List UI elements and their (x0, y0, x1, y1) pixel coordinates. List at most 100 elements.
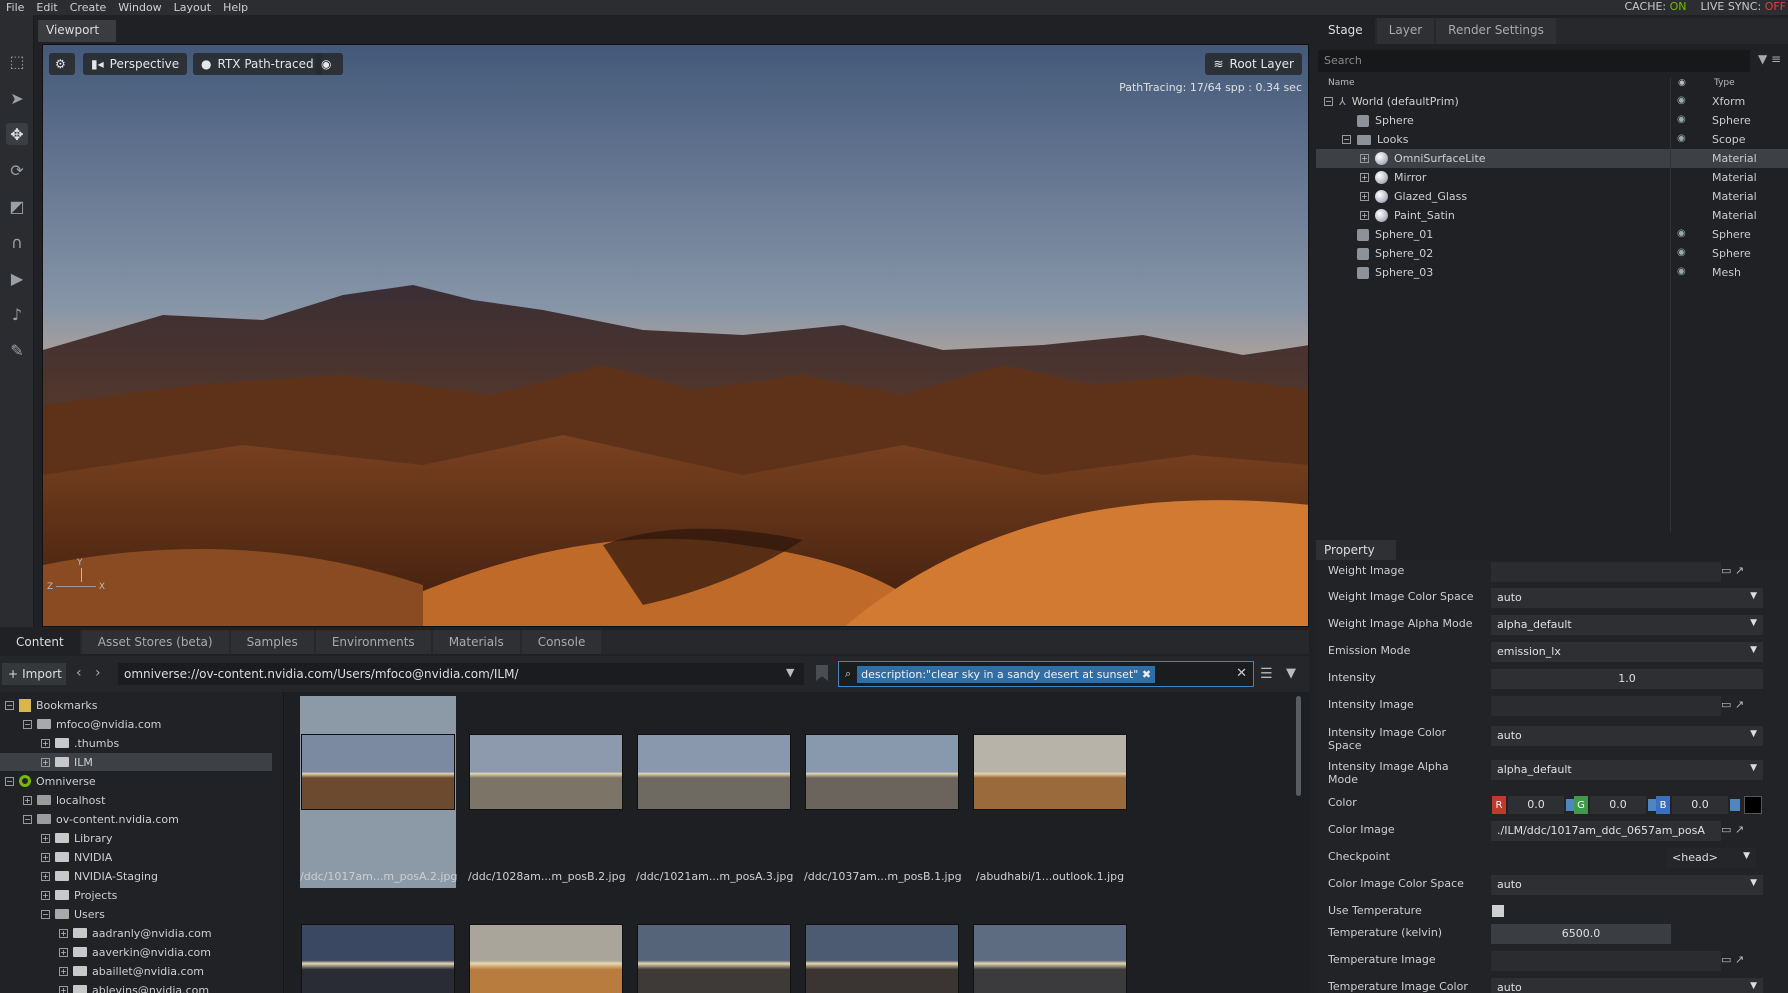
chip-close-icon[interactable]: ✖ (1142, 668, 1151, 681)
file-thumbnail[interactable] (972, 924, 1128, 993)
stage-row[interactable]: Sphere_03 ◉ Mesh (1316, 263, 1788, 282)
grid-scrollbar[interactable] (1296, 696, 1301, 796)
stage-row[interactable]: Sphere_01 ◉ Sphere (1316, 225, 1788, 244)
use-temperature-checkbox[interactable] (1492, 905, 1504, 917)
color-r-field[interactable]: 0.0 (1508, 796, 1564, 814)
paint-brush-icon[interactable]: ✎ (6, 339, 28, 361)
tab-asset-stores[interactable]: Asset Stores (beta) (81, 630, 229, 654)
tree-item[interactable]: − Omniverse (0, 772, 272, 790)
folder-icon[interactable]: ▭ ↗ (1721, 698, 1744, 711)
filter-icon[interactable]: ▼ (1286, 666, 1296, 681)
menu-layout[interactable]: Layout (174, 1, 211, 14)
menu-create[interactable]: Create (70, 1, 107, 14)
expand-icon[interactable]: + (59, 928, 68, 938)
weight-alpha-select[interactable]: alpha_default ▼ (1491, 615, 1763, 635)
clear-search-icon[interactable]: ✕ (1236, 666, 1247, 681)
tab-console[interactable]: Console (521, 630, 602, 654)
path-dropdown-icon[interactable]: ▼ (786, 666, 794, 679)
root-layer-button[interactable]: ≋ Root Layer (1205, 53, 1302, 75)
collapse-icon[interactable]: − (1324, 97, 1333, 106)
tab-render-settings[interactable]: Render Settings (1436, 18, 1556, 44)
intensity-field[interactable]: 1.0 (1491, 669, 1763, 689)
tree-item[interactable]: − Bookmarks (0, 696, 272, 714)
expand-icon[interactable]: + (41, 852, 50, 862)
expand-icon[interactable]: + (41, 833, 50, 843)
collapse-icon[interactable]: − (23, 719, 32, 729)
expand-icon[interactable]: + (41, 738, 50, 748)
tree-item[interactable]: + ILM (0, 753, 272, 771)
camera-button[interactable]: ▮◂ Perspective (83, 53, 188, 75)
tree-item[interactable]: − mfoco@nvidia.com (0, 715, 272, 733)
bookmark-icon[interactable] (816, 665, 828, 681)
tree-item[interactable]: + NVIDIA (0, 848, 272, 866)
tree-item[interactable]: + abaillet@nvidia.com (0, 962, 272, 980)
visibility-eye-icon[interactable]: ◉ (1677, 228, 1686, 239)
expand-icon[interactable]: + (41, 890, 50, 900)
expand-icon[interactable]: + (41, 757, 50, 767)
tree-item[interactable]: − ov-content.nvidia.com (0, 810, 272, 828)
stage-search-input[interactable]: Search (1318, 50, 1750, 72)
expand-icon[interactable]: + (23, 795, 32, 805)
tab-property[interactable]: Property (1316, 540, 1396, 560)
temperature-field[interactable]: 6500.0 (1491, 924, 1671, 944)
renderer-button[interactable]: ● RTX Path-traced (193, 53, 322, 75)
menu-file[interactable]: File (6, 1, 24, 14)
list-view-icon[interactable]: ☰ (1260, 666, 1273, 682)
col-type[interactable]: Type (1714, 78, 1735, 88)
stage-row[interactable]: + OmniSurfaceLite Material (1316, 149, 1788, 168)
file-thumbnail[interactable] (468, 924, 624, 993)
intensity-alpha-select[interactable]: alpha_default ▼ (1491, 760, 1763, 780)
color-b-field[interactable]: 0.0 (1672, 796, 1728, 814)
path-input[interactable]: omniverse://ov-content.nvidia.com/Users/… (118, 663, 804, 685)
intensity-cs-select[interactable]: auto ▼ (1491, 726, 1763, 746)
tree-item[interactable]: + aadranly@nvidia.com (0, 924, 272, 942)
snap-magnet-icon[interactable]: ∩ (6, 231, 28, 253)
file-thumbnail[interactable]: /ddc/1028am...m_posB.2.jpg (468, 696, 626, 883)
temperature-image-cs-select[interactable]: auto ▼ (1491, 978, 1763, 993)
expand-icon[interactable]: + (59, 966, 68, 976)
weight-image-field[interactable] (1491, 562, 1721, 582)
menu-help[interactable]: Help (223, 1, 248, 14)
play-icon[interactable]: ▶ (6, 267, 28, 289)
rotate-tool-icon[interactable]: ⟳ (6, 159, 28, 181)
tree-item[interactable]: + aaverkin@nvidia.com (0, 943, 272, 961)
file-thumbnail[interactable] (804, 924, 960, 993)
emission-select[interactable]: emission_lx ▼ (1491, 642, 1763, 662)
tree-item[interactable]: − Users (0, 905, 272, 923)
weight-cs-select[interactable]: auto ▼ (1491, 588, 1763, 608)
checkpoint-select[interactable]: <head> ▼ (1666, 848, 1756, 868)
tab-materials[interactable]: Materials (432, 630, 520, 654)
visibility-eye-icon[interactable]: ◉ (1677, 266, 1686, 277)
visibility-eye-icon[interactable]: ◉ (1677, 114, 1686, 125)
tab-layer[interactable]: Layer (1376, 18, 1435, 44)
forward-arrow-icon[interactable]: › (95, 665, 101, 681)
expand-icon[interactable]: + (59, 985, 68, 993)
scale-tool-icon[interactable]: ◩ (6, 195, 28, 217)
expand-icon[interactable]: + (1360, 154, 1369, 163)
menu-window[interactable]: Window (118, 1, 161, 14)
move-tool-icon[interactable]: ✥ (6, 123, 28, 145)
back-arrow-icon[interactable]: ‹ (76, 665, 82, 681)
visibility-eye-icon[interactable]: ◉ (1677, 247, 1686, 258)
collapse-icon[interactable]: − (23, 814, 32, 824)
tab-stage[interactable]: Stage (1316, 18, 1375, 44)
expand-icon[interactable]: + (1360, 211, 1369, 220)
tree-item[interactable]: + Projects (0, 886, 272, 904)
color-swatch[interactable] (1744, 796, 1762, 814)
collapse-icon[interactable]: − (5, 700, 14, 710)
tab-samples[interactable]: Samples (230, 630, 314, 654)
live-sync-status[interactable]: LIVE SYNC: OFF (1701, 0, 1786, 13)
stage-row[interactable]: + Paint_Satin Material (1316, 206, 1788, 225)
sound-icon[interactable]: ♪ (6, 303, 28, 325)
stage-filter-icon[interactable]: ▼ ≡ (1758, 52, 1781, 66)
viewport-settings-button[interactable]: ⚙ (49, 53, 75, 75)
search-input[interactable]: ⌕ description:"clear sky in a sandy dese… (838, 661, 1254, 687)
stage-row[interactable]: + Mirror Material (1316, 168, 1788, 187)
import-button[interactable]: + Import (2, 663, 66, 685)
expand-icon[interactable]: + (41, 871, 50, 881)
stage-row[interactable]: + Glazed_Glass Material (1316, 187, 1788, 206)
viewport-tab[interactable]: Viewport (38, 20, 116, 42)
tab-content[interactable]: Content (0, 630, 80, 654)
tab-environments[interactable]: Environments (315, 630, 431, 654)
expand-icon[interactable]: + (59, 947, 68, 957)
